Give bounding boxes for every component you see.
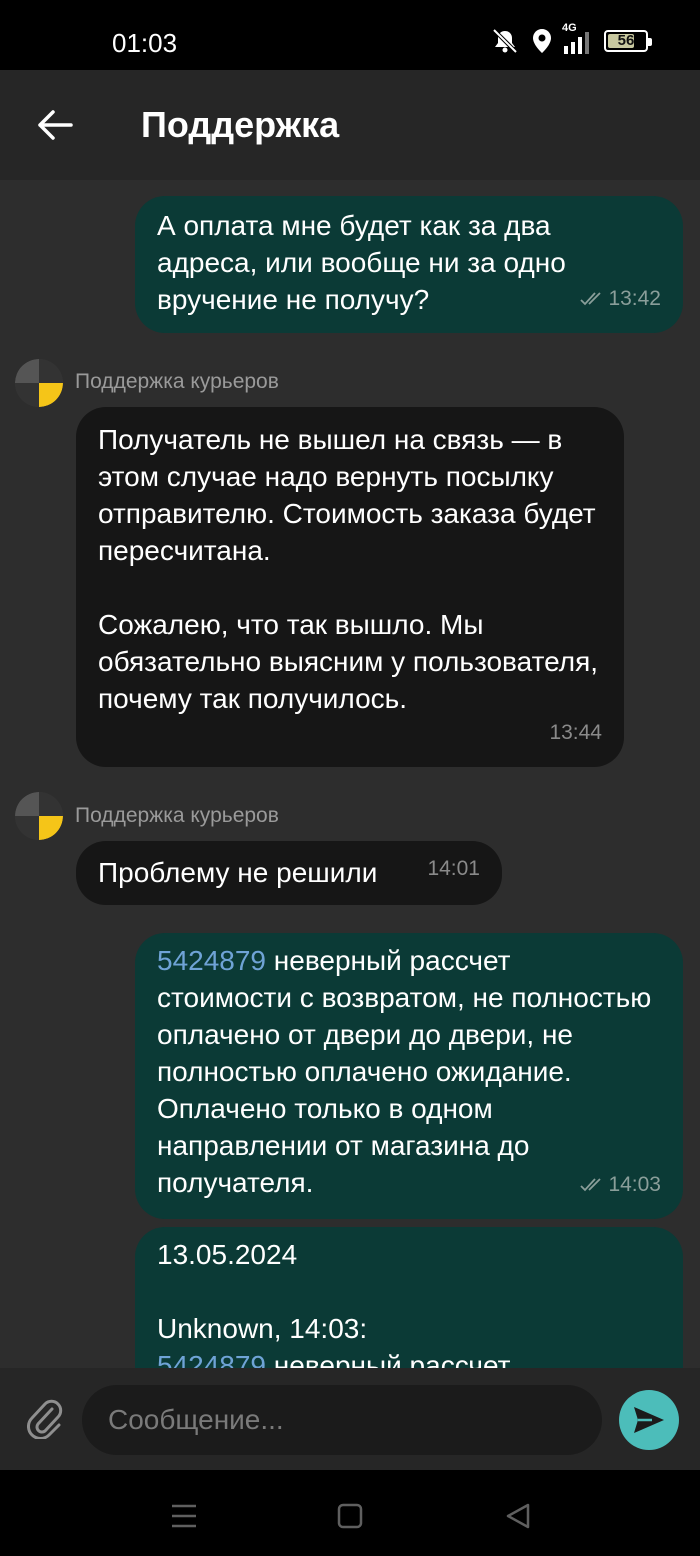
message-body: неверный рассчет xyxy=(266,1350,511,1368)
send-button[interactable] xyxy=(619,1390,679,1450)
double-check-icon xyxy=(580,291,602,305)
signal-icon: 4G xyxy=(562,22,592,54)
message-time: 13:44 xyxy=(549,721,602,744)
back-button[interactable] xyxy=(28,98,82,152)
battery-icon: 56 xyxy=(604,30,652,52)
message-bubble-outgoing[interactable]: 13.05.2024 Unknown, 14:03: 5424879 невер… xyxy=(135,1227,683,1368)
mute-icon xyxy=(490,28,520,54)
arrow-left-icon xyxy=(38,110,73,140)
double-check-icon xyxy=(580,1177,602,1191)
avatar xyxy=(15,792,63,840)
network-type: 4G xyxy=(562,22,577,34)
home-square-icon xyxy=(337,1503,363,1529)
message-text: 5424879 неверный рассчет стоимости с воз… xyxy=(157,942,652,1201)
avatar xyxy=(15,359,63,407)
location-icon xyxy=(532,28,552,54)
sender-name: Поддержка курьеров xyxy=(75,370,279,393)
attach-button[interactable] xyxy=(22,1396,68,1442)
back-triangle-icon xyxy=(506,1503,530,1529)
page-title: Поддержка xyxy=(141,104,340,145)
message-input[interactable] xyxy=(82,1385,602,1455)
chat-area[interactable]: А оплата мне будет как за два адреса, ил… xyxy=(0,180,700,1368)
message-meta: 14:01 xyxy=(427,850,480,887)
message-time: 14:03 xyxy=(608,1173,661,1196)
menu-button[interactable] xyxy=(164,1496,204,1536)
app-header: Поддержка xyxy=(0,70,700,180)
message-meta: 14:03 xyxy=(580,1166,661,1203)
message-text: 5424879 неверный рассчет xyxy=(157,1347,661,1368)
message-time: 13:42 xyxy=(608,287,661,310)
message-text: А оплата мне будет как за два адреса, ил… xyxy=(157,210,574,315)
order-link[interactable]: 5424879 xyxy=(157,1350,266,1368)
system-nav-bar xyxy=(0,1470,700,1556)
paperclip-icon xyxy=(27,1399,63,1439)
battery-level: 56 xyxy=(617,32,635,49)
order-link[interactable]: 5424879 xyxy=(157,945,266,976)
message-body: неверный рассчет стоимости с возвратом, … xyxy=(157,945,660,1198)
message-meta: 13:44 xyxy=(549,714,602,751)
message-meta: 13:42 xyxy=(580,280,661,317)
sender-name: Поддержка курьеров xyxy=(75,804,279,827)
message-bubble-outgoing[interactable]: А оплата мне будет как за два адреса, ил… xyxy=(135,196,683,333)
message-composer xyxy=(0,1368,700,1470)
message-bubble-incoming[interactable]: Получатель не вышел на связь — в этом сл… xyxy=(76,407,624,767)
home-button[interactable] xyxy=(330,1496,370,1536)
status-icons: 4G 56 xyxy=(490,22,652,54)
status-bar: 01:03 4G 56 xyxy=(0,0,700,70)
message-bubble-incoming[interactable]: Проблему не решили 14:01 xyxy=(76,841,502,905)
message-text: Проблему не решили xyxy=(98,857,378,888)
status-time: 01:03 xyxy=(112,28,178,58)
message-bubble-outgoing[interactable]: 5424879 неверный рассчет стоимости с воз… xyxy=(135,933,683,1219)
quote-author: Unknown, 14:03: xyxy=(157,1313,368,1344)
message-date: 13.05.2024 xyxy=(157,1239,298,1270)
send-icon xyxy=(634,1407,664,1433)
menu-icon xyxy=(172,1504,196,1528)
nav-back-button[interactable] xyxy=(498,1496,538,1536)
message-text: Получатель не вышел на связь — в этом сл… xyxy=(98,424,599,714)
message-time: 14:01 xyxy=(427,857,480,880)
